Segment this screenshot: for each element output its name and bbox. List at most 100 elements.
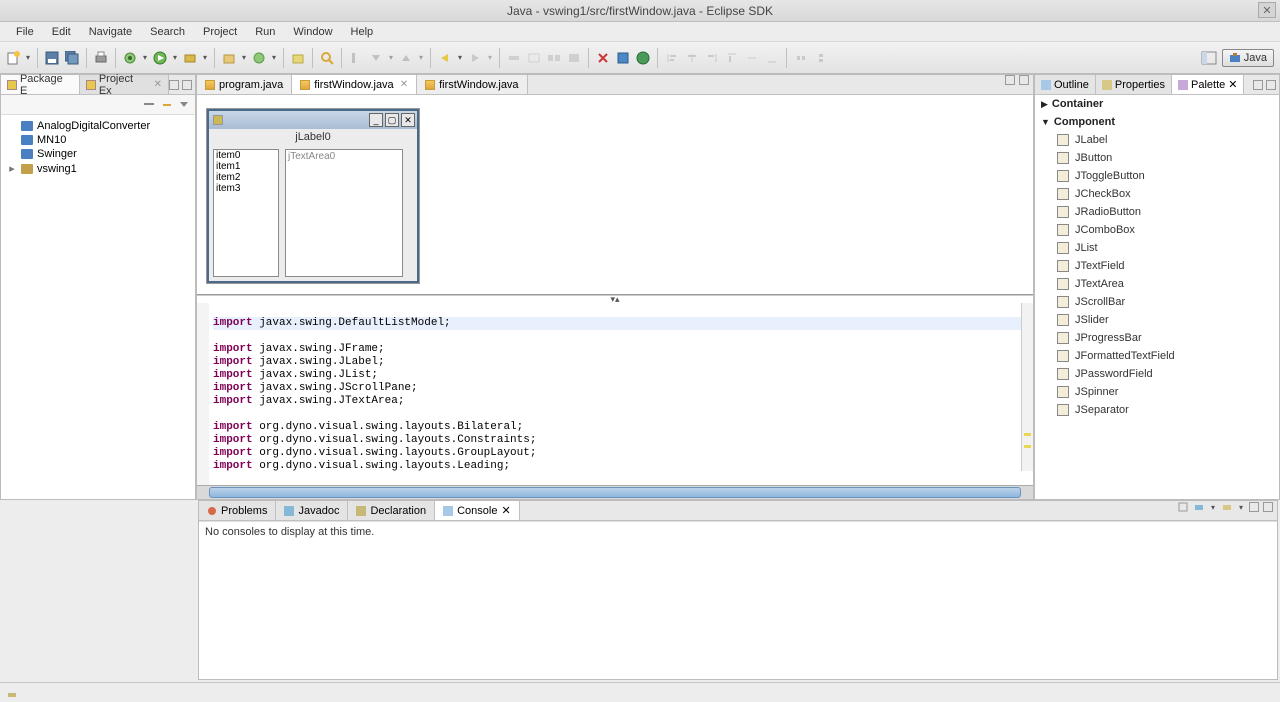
- outline-tab[interactable]: Outline: [1035, 75, 1096, 94]
- visual-designer[interactable]: _ ▢ ✕ jLabel0 item0 item1 item2 item3 jT…: [197, 95, 1033, 295]
- warning-marker[interactable]: [1024, 445, 1031, 448]
- swing-maximize-button[interactable]: ▢: [385, 113, 399, 127]
- vswing-button[interactable]: [614, 49, 632, 67]
- palette-item-jlabel[interactable]: JLabel: [1035, 131, 1279, 149]
- view-menu-button[interactable]: [179, 99, 191, 111]
- tree-item-analogdigitalconverter[interactable]: AnalogDigitalConverter: [5, 119, 191, 133]
- run-last-button[interactable]: [181, 49, 199, 67]
- palette-item-jtogglebutton[interactable]: JToggleButton: [1035, 167, 1279, 185]
- link-editor-button[interactable]: [161, 99, 173, 111]
- save-all-button[interactable]: [63, 49, 81, 67]
- back-button[interactable]: [436, 49, 454, 67]
- maximize-panel-button[interactable]: [1263, 502, 1273, 512]
- align-right-button[interactable]: [703, 49, 721, 67]
- new-class-dropdown[interactable]: ▾: [270, 53, 278, 62]
- window-close-button[interactable]: ✕: [1258, 2, 1276, 18]
- close-tab-icon[interactable]: ✕: [400, 79, 408, 90]
- debug-dropdown[interactable]: ▾: [141, 53, 149, 62]
- back-dropdown[interactable]: ▾: [456, 53, 464, 62]
- menu-navigate[interactable]: Navigate: [81, 24, 140, 40]
- swing-jtextarea[interactable]: jTextArea0: [285, 149, 403, 277]
- swing-minimize-button[interactable]: _: [369, 113, 383, 127]
- palette-item-jspinner[interactable]: JSpinner: [1035, 383, 1279, 401]
- open-perspective-button[interactable]: [1200, 49, 1218, 67]
- close-icon[interactable]: ✕: [1228, 78, 1237, 91]
- save-button[interactable]: [43, 49, 61, 67]
- java-perspective-button[interactable]: Java: [1222, 49, 1274, 67]
- palette-item-jtextarea[interactable]: JTextArea: [1035, 275, 1279, 293]
- palette-item-jradiobutton[interactable]: JRadioButton: [1035, 203, 1279, 221]
- menu-run[interactable]: Run: [247, 24, 283, 40]
- list-item[interactable]: item3: [214, 183, 278, 194]
- toggle-mark-button[interactable]: [347, 49, 365, 67]
- palette-group-container[interactable]: ▶Container: [1035, 95, 1279, 113]
- tb-icon-c[interactable]: [565, 49, 583, 67]
- swing-jlist[interactable]: item0 item1 item2 item3: [213, 149, 279, 277]
- display-console-dropdown[interactable]: ▾: [1209, 503, 1217, 512]
- new-dropdown[interactable]: ▾: [24, 53, 32, 62]
- overview-ruler[interactable]: [1021, 303, 1033, 471]
- align-top-button[interactable]: [723, 49, 741, 67]
- palette-item-jscrollbar[interactable]: JScrollBar: [1035, 293, 1279, 311]
- display-console-button[interactable]: [1193, 501, 1205, 513]
- same-height-button[interactable]: [812, 49, 830, 67]
- align-bottom-button[interactable]: [763, 49, 781, 67]
- forward-dropdown[interactable]: ▾: [486, 53, 494, 62]
- editor-tab-firstwindow-2[interactable]: firstWindow.java: [417, 75, 527, 94]
- minimize-editor-button[interactable]: [1005, 75, 1015, 85]
- run-last-dropdown[interactable]: ▾: [201, 53, 209, 62]
- new-class-button[interactable]: [250, 49, 268, 67]
- code-editor[interactable]: import javax.swing.DefaultListModel; imp…: [197, 303, 1033, 485]
- debug-button[interactable]: [121, 49, 139, 67]
- list-item[interactable]: item0: [214, 150, 278, 161]
- warning-marker[interactable]: [1024, 433, 1031, 436]
- palette-item-jbutton[interactable]: JButton: [1035, 149, 1279, 167]
- swing-jlabel0[interactable]: jLabel0: [209, 129, 417, 145]
- palette-item-jcombobox[interactable]: JComboBox: [1035, 221, 1279, 239]
- tree-item-vswing1[interactable]: ▸vswing1: [5, 161, 191, 176]
- tb-icon-a[interactable]: [525, 49, 543, 67]
- declaration-tab[interactable]: Declaration: [348, 501, 435, 520]
- package-explorer-tab[interactable]: Package E: [1, 75, 80, 94]
- menu-edit[interactable]: Edit: [44, 24, 79, 40]
- maximize-panel-button[interactable]: [182, 80, 192, 90]
- menu-file[interactable]: File: [8, 24, 42, 40]
- javadoc-tab[interactable]: Javadoc: [276, 501, 348, 520]
- swing-close-button[interactable]: ✕: [401, 113, 415, 127]
- menu-search[interactable]: Search: [142, 24, 193, 40]
- list-item[interactable]: item2: [214, 172, 278, 183]
- minimize-panel-button[interactable]: [169, 80, 179, 90]
- palette-item-jseparator[interactable]: JSeparator: [1035, 401, 1279, 419]
- editor-tab-program[interactable]: program.java: [197, 75, 292, 94]
- close-icon[interactable]: ✕: [154, 79, 162, 90]
- palette-item-jtextfield[interactable]: JTextField: [1035, 257, 1279, 275]
- palette-item-jformattedtextfield[interactable]: JFormattedTextField: [1035, 347, 1279, 365]
- maximize-editor-button[interactable]: [1019, 75, 1029, 85]
- prev-annotation-button[interactable]: [397, 49, 415, 67]
- console-tab[interactable]: Console✕: [435, 501, 520, 520]
- palette-item-jcheckbox[interactable]: JCheckBox: [1035, 185, 1279, 203]
- print-button[interactable]: [92, 49, 110, 67]
- search-button[interactable]: [318, 49, 336, 67]
- tree-item-swinger[interactable]: Swinger: [5, 147, 191, 161]
- tb-icon-b[interactable]: [545, 49, 563, 67]
- problems-tab[interactable]: Problems: [199, 501, 276, 520]
- pin-console-button[interactable]: [1177, 501, 1189, 513]
- pin-button[interactable]: [505, 49, 523, 67]
- list-item[interactable]: item1: [214, 161, 278, 172]
- globe-button[interactable]: [634, 49, 652, 67]
- horizontal-scrollbar[interactable]: [197, 485, 1033, 499]
- delete-button[interactable]: [594, 49, 612, 67]
- next-annotation-button[interactable]: [367, 49, 385, 67]
- forward-button[interactable]: [466, 49, 484, 67]
- palette-item-jpasswordfield[interactable]: JPasswordField: [1035, 365, 1279, 383]
- prev-annotation-dropdown[interactable]: ▾: [417, 53, 425, 62]
- palette-item-jprogressbar[interactable]: JProgressBar: [1035, 329, 1279, 347]
- properties-tab[interactable]: Properties: [1096, 75, 1172, 94]
- new-package-button[interactable]: [220, 49, 238, 67]
- swing-preview-window[interactable]: _ ▢ ✕ jLabel0 item0 item1 item2 item3 jT…: [207, 109, 419, 283]
- menu-help[interactable]: Help: [343, 24, 382, 40]
- open-type-button[interactable]: [289, 49, 307, 67]
- new-button[interactable]: [4, 49, 22, 67]
- run-dropdown[interactable]: ▾: [171, 53, 179, 62]
